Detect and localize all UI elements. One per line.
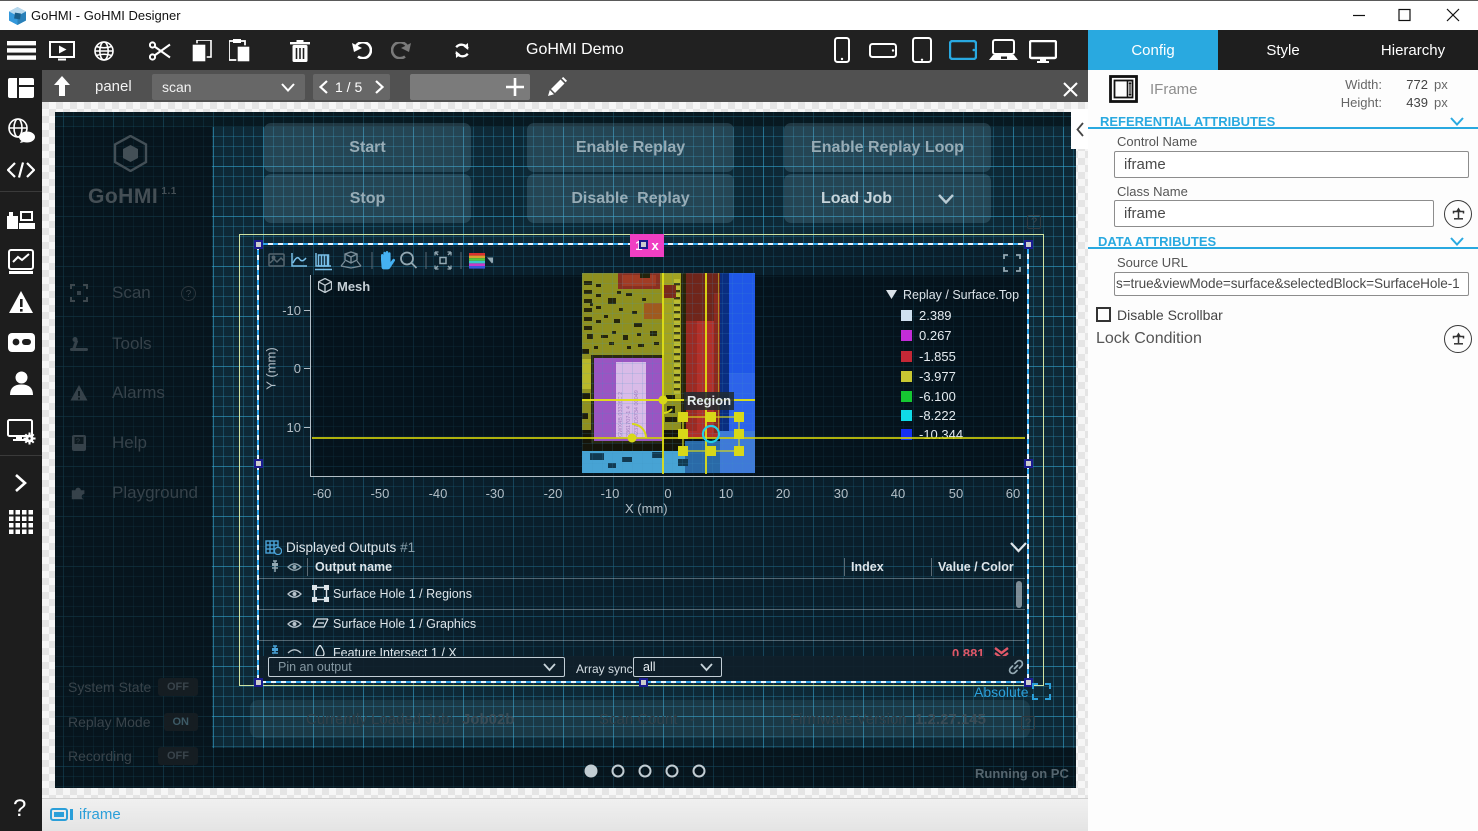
- svg-text:?: ?: [76, 439, 80, 446]
